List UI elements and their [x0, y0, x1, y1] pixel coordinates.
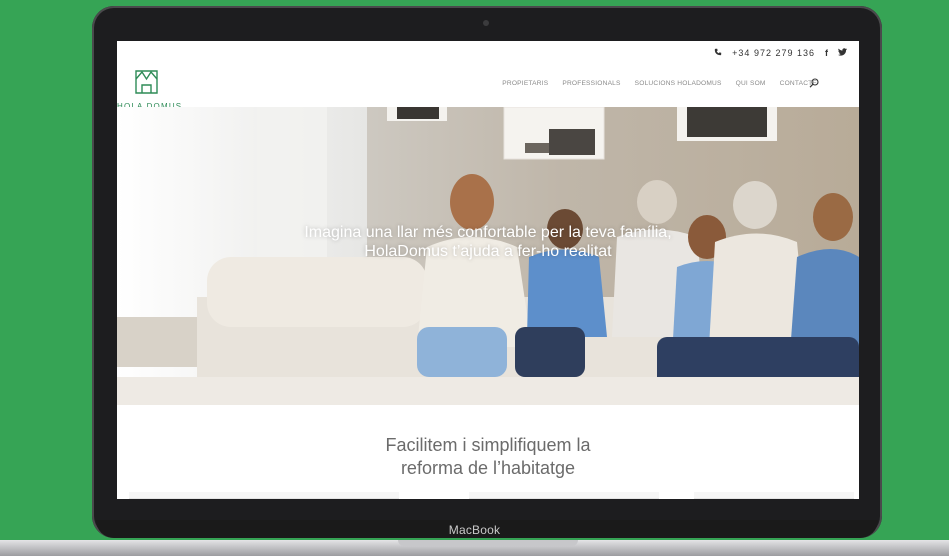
cards-row: [129, 492, 859, 499]
hero-title-line-1: Imagina una llar més confortable per la …: [304, 224, 672, 241]
card[interactable]: [129, 492, 399, 499]
logo[interactable]: HOLA DOMUS: [117, 67, 181, 111]
house-logo-icon: [135, 70, 158, 94]
browser-screen: +34 972 279 136 f HOLA DOMUS PROPIETARIS…: [117, 41, 859, 499]
camera: [483, 20, 489, 26]
hero-image: Imagina una llar més confortable per la …: [117, 107, 859, 405]
nav-item-solucions[interactable]: SOLUCIONS HOLADOMUS: [635, 80, 722, 87]
topbar: +34 972 279 136 f: [714, 46, 847, 60]
phone-number[interactable]: +34 972 279 136: [732, 48, 815, 58]
section-heading-line-1: Facilitem i simplifiquem la: [385, 435, 591, 455]
nav-item-professionals[interactable]: PROFESSIONALS: [562, 80, 620, 87]
laptop-notch: [398, 540, 578, 546]
section-heading: Facilitem i simplifiquem la reforma de l…: [117, 434, 859, 480]
phone-icon: [714, 48, 722, 58]
search-icon[interactable]: [809, 78, 819, 88]
card[interactable]: [469, 492, 659, 499]
device-brand: MacBook: [448, 523, 501, 537]
main-nav: PROPIETARIS PROFESSIONALS SOLUCIONS HOLA…: [502, 80, 817, 87]
facebook-icon[interactable]: f: [825, 48, 828, 58]
nav-item-propietaris[interactable]: PROPIETARIS: [502, 80, 548, 87]
twitter-icon[interactable]: [838, 48, 847, 58]
hero-title-line-2: HolaDomus t’ajuda a fer-ho realitat: [364, 243, 612, 260]
section-heading-line-2: reforma de l’habitatge: [400, 458, 576, 478]
card[interactable]: [694, 492, 854, 499]
site-header: HOLA DOMUS PROPIETARIS PROFESSIONALS SOL…: [117, 59, 859, 111]
nav-item-qui-som[interactable]: QUI SOM: [736, 80, 766, 87]
hero-title: Imagina una llar més confortable per la …: [117, 223, 859, 261]
